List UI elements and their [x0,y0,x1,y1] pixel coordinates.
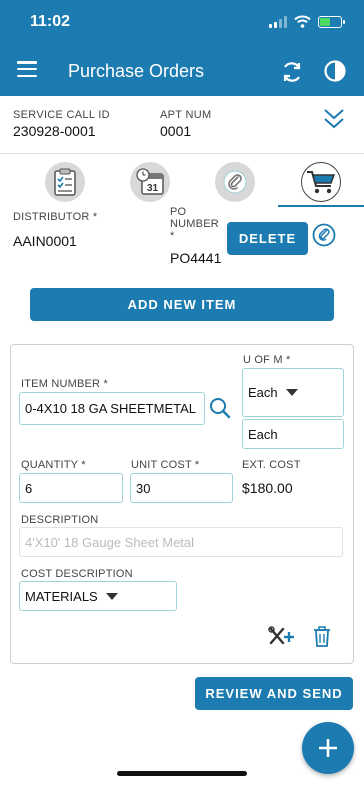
status-bar: 11:02 [0,0,364,46]
paperclip-icon[interactable] [312,223,336,247]
shopping-cart-icon [307,170,336,193]
status-time: 11:02 [30,13,71,30]
battery-icon [318,15,345,28]
ext-cost-value: $180.00 [242,480,293,496]
add-fab-button[interactable] [302,722,354,774]
trash-icon[interactable] [312,625,332,649]
quantity-label: QUANTITY * [21,459,86,471]
service-call-id-label: SERVICE CALL ID [13,109,110,121]
hamburger-menu-icon[interactable] [17,61,37,77]
caret-down-icon [105,592,118,600]
apt-num-label: APT NUM [160,109,212,121]
page-title: Purchase Orders [68,61,205,81]
unit-cost-label: UNIT COST * [131,459,200,471]
delete-button[interactable]: DELETE [227,222,308,255]
line-item-card: ITEM NUMBER * 0-4X10 18 GA SHEETMETAL U … [10,344,354,664]
search-icon[interactable] [208,396,232,420]
add-labor-tools-icon[interactable] [268,625,294,649]
section-tabs: 31 [0,155,364,208]
tab-purchase-orders[interactable] [296,155,346,208]
po-number-label-line-3: * [170,230,175,242]
wifi-icon [294,15,311,28]
cellular-signal-icon [269,15,287,28]
cost-description-select[interactable]: MATERIALS [19,581,177,611]
quantity-input[interactable]: 6 [19,473,123,503]
po-number-value: PO4441 [170,250,222,266]
distributor-label: DISTRIBUTOR * [13,211,98,223]
cost-description-label: COST DESCRIPTION [21,568,133,580]
service-call-header: SERVICE CALL ID 230928-0001 APT NUM 0001 [0,96,364,154]
uom-input[interactable]: Each [242,419,344,449]
po-number-label-line-2: NUMBER [170,218,219,230]
calendar-icon: 31 [136,167,164,195]
app-bar: Purchase Orders [0,46,364,96]
apt-num-value: 0001 [160,123,192,139]
home-indicator [117,771,247,776]
refresh-icon[interactable] [279,59,305,85]
calendar-day-text: 31 [147,183,159,194]
distributor-value: AAIN0001 [13,233,77,249]
tab-attachments[interactable] [210,155,260,208]
description-input[interactable]: 4'X10' 18 Gauge Sheet Metal [19,527,343,557]
add-new-item-button[interactable]: ADD NEW ITEM [30,288,334,321]
caret-down-icon [285,389,298,396]
plus-icon [319,739,337,757]
active-tab-indicator [278,205,364,207]
status-icons [269,15,345,28]
description-label: DESCRIPTION [21,514,99,526]
contrast-icon[interactable] [323,59,347,83]
item-number-input[interactable]: 0-4X10 18 GA SHEETMETAL [19,392,205,425]
service-call-id-value: 230928-0001 [13,123,96,139]
ext-cost-label: EXT. COST [242,459,301,471]
cost-description-value: MATERIALS [25,588,98,604]
review-and-send-button[interactable]: REVIEW AND SEND [195,677,353,710]
paperclip-icon [223,170,247,193]
tab-checklist[interactable] [40,155,90,208]
po-number-label: PO [170,206,187,218]
clipboard-checklist-icon [54,168,76,196]
uom-label: U OF M * [243,354,291,366]
uom-select-value: Each [248,385,278,400]
item-number-label: ITEM NUMBER * [21,378,108,390]
tab-schedule[interactable]: 31 [125,155,175,208]
chevron-double-down-icon[interactable] [322,106,346,132]
uom-select[interactable]: Each [242,368,344,417]
unit-cost-input[interactable]: 30 [130,473,233,503]
